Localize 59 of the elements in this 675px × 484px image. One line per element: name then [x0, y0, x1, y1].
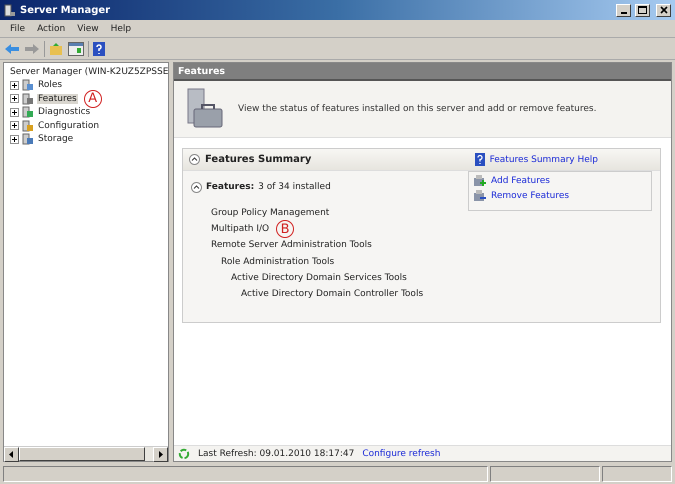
server-icon — [22, 120, 34, 132]
feature-name: Active Directory Domain Controller Tools — [241, 289, 424, 300]
installed-count: 3 of 34 installed — [258, 182, 331, 192]
add-server-icon — [473, 175, 487, 187]
scroll-left-button[interactable] — [4, 447, 19, 462]
callout-marker: B — [276, 220, 294, 238]
maximize-button[interactable] — [635, 4, 650, 16]
menu-item[interactable]: Help — [104, 24, 138, 34]
close-icon — [660, 6, 668, 14]
callout-marker: A — [84, 90, 102, 108]
tree-item[interactable]: Configuration — [37, 120, 100, 131]
description-text: View the status of features installed on this server and add or remove features. — [238, 104, 596, 114]
collapse-icon[interactable] — [189, 154, 200, 165]
server-icon — [22, 92, 34, 105]
action-link[interactable]: Add Features — [491, 176, 550, 186]
menu-item[interactable]: Action — [31, 24, 72, 34]
tree-item[interactable]: Diagnostics — [37, 107, 92, 118]
maximize-icon — [638, 6, 647, 14]
server-icon — [22, 106, 34, 118]
server-icon — [4, 4, 16, 16]
menu-item[interactable]: File — [4, 24, 32, 34]
feature-name: Role Administration Tools — [221, 256, 334, 267]
pane-toggle-icon[interactable] — [68, 42, 84, 56]
expand-icon[interactable] — [10, 80, 19, 90]
section-title: Features Summary — [205, 154, 312, 165]
features-label: Features: — [206, 182, 254, 192]
help-icon[interactable] — [93, 42, 105, 56]
right-arrow-icon — [158, 451, 163, 458]
help-link[interactable]: Features Summary Help — [490, 154, 598, 164]
minimize-button[interactable] — [616, 4, 631, 16]
storage-icon — [22, 133, 34, 146]
tree-item[interactable]: Features — [37, 94, 78, 104]
help-icon — [474, 153, 485, 166]
collapse-icon[interactable] — [191, 182, 202, 192]
remove-server-icon — [473, 190, 487, 202]
window-title: Server Manager — [20, 4, 112, 16]
refresh-icon — [178, 448, 190, 460]
action-link[interactable]: Remove Features — [491, 191, 570, 201]
scrollbar-thumb[interactable] — [19, 447, 145, 461]
expand-icon[interactable] — [10, 134, 19, 144]
feature-name: Active Directory Domain Services Tools — [231, 272, 407, 283]
server-icon — [22, 79, 34, 92]
expand-icon[interactable] — [10, 94, 19, 104]
left-arrow-icon — [9, 451, 14, 458]
tree-item[interactable]: Roles — [37, 80, 64, 90]
feature-name: Group Policy Management — [211, 208, 330, 218]
scroll-right-button[interactable] — [153, 447, 168, 462]
tree-item[interactable]: Storage — [37, 134, 74, 144]
close-button[interactable] — [656, 4, 671, 16]
feature-name: Remote Server Administration Tools — [211, 240, 372, 250]
expand-icon[interactable] — [10, 121, 19, 130]
feature-name: Multipath I/O — [211, 224, 270, 234]
tree-root-item[interactable]: Server Manager (WIN-K2UZ5ZPSSE — [9, 66, 170, 77]
expand-icon[interactable] — [10, 108, 19, 117]
pane-header: Features — [174, 63, 671, 81]
last-refresh-text: Last Refresh: 09.01.2010 18:17:47 — [198, 448, 354, 458]
menu-item[interactable]: View — [71, 24, 105, 34]
configure-refresh-link[interactable]: Configure refresh — [362, 448, 440, 458]
status-bar-pane — [602, 466, 672, 482]
